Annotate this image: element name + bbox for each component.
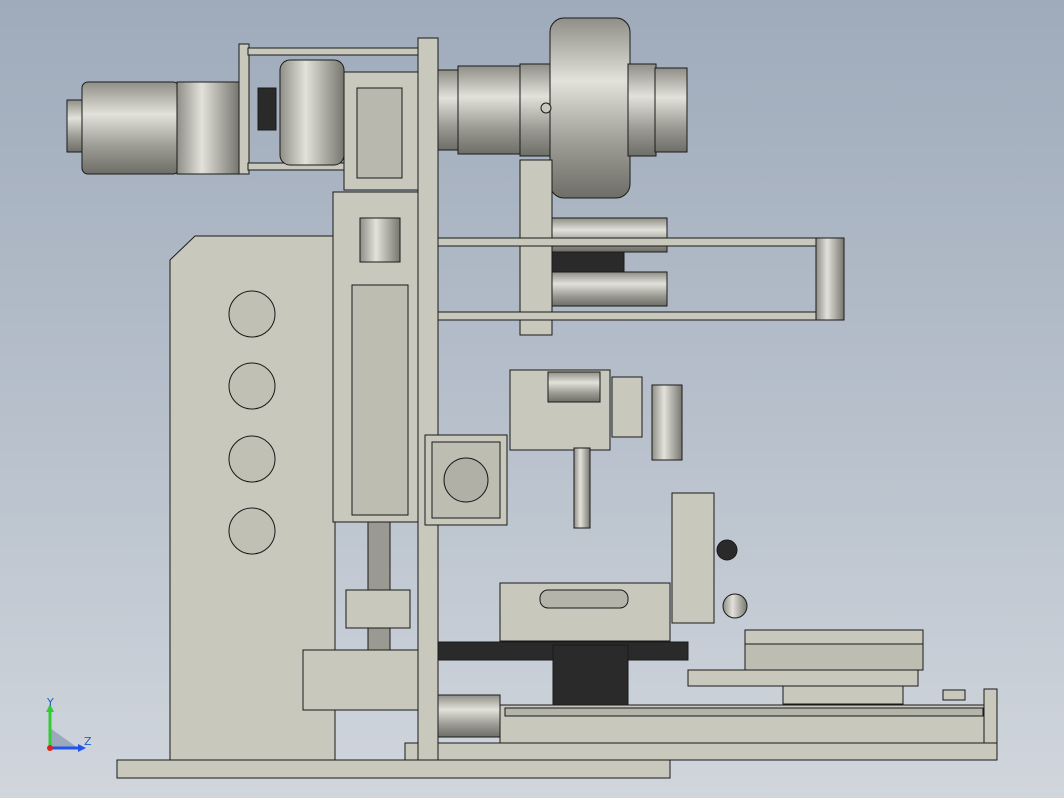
drum-cap xyxy=(627,63,657,157)
slide-block xyxy=(351,284,409,516)
cad-viewport[interactable]: Y Z xyxy=(0,0,1064,798)
end-bracket xyxy=(815,237,845,321)
column-hole-3 xyxy=(228,435,276,483)
vertical-main-plate xyxy=(417,37,439,761)
bearing-cap xyxy=(356,87,403,179)
column-hole-2 xyxy=(228,362,276,410)
axis-triad: Y Z xyxy=(38,696,98,756)
rail-end-block xyxy=(983,688,998,744)
lower-coupling xyxy=(437,694,501,738)
tool-post xyxy=(611,376,643,438)
motor-flange xyxy=(176,81,240,175)
adjust-knob[interactable] xyxy=(716,539,738,561)
shaft-collar xyxy=(359,217,401,263)
upper-cylinder xyxy=(551,217,668,253)
machine-assembly-drawing xyxy=(66,17,998,779)
linear-rail xyxy=(504,707,984,717)
tie-rod-top xyxy=(247,47,421,56)
stacked-plate-2 xyxy=(744,643,924,671)
vertical-cylinder xyxy=(651,384,683,461)
work-table xyxy=(687,669,919,687)
stacked-plate-1 xyxy=(744,629,924,645)
nozzle-rod xyxy=(573,447,591,529)
rail-stop xyxy=(942,689,966,701)
column-hole-1 xyxy=(228,290,276,338)
drive-block xyxy=(552,644,629,706)
stepper-hub xyxy=(443,457,489,503)
lower-base-block xyxy=(302,649,419,711)
right-base-plate xyxy=(404,742,998,761)
guide-rod-top xyxy=(437,237,819,247)
adjust-knob-lower[interactable] xyxy=(722,593,748,619)
clamp-block xyxy=(547,371,601,403)
guide-rod-bottom xyxy=(437,311,819,321)
spindle-housing xyxy=(457,65,523,155)
drum-screw xyxy=(540,102,552,114)
x-axis-icon xyxy=(47,745,53,751)
vertical-frame-block xyxy=(519,159,553,336)
top-motor-body xyxy=(81,81,180,175)
xz-plane-shading xyxy=(50,728,78,748)
main-drum xyxy=(549,17,631,199)
lower-cylinder xyxy=(551,271,668,307)
y-axis-label: Y xyxy=(47,696,54,709)
table-support xyxy=(782,685,904,705)
z-axis-label: Z xyxy=(84,735,92,748)
drum-shaft-end xyxy=(654,67,688,153)
side-plate xyxy=(671,492,715,624)
base-plate xyxy=(116,759,671,779)
pulley xyxy=(257,87,277,131)
motor-mount-plate xyxy=(238,43,250,175)
column-hole-4 xyxy=(228,507,276,555)
slot-plate xyxy=(539,589,629,609)
screw-support xyxy=(345,589,411,629)
coupling-housing xyxy=(279,59,345,166)
